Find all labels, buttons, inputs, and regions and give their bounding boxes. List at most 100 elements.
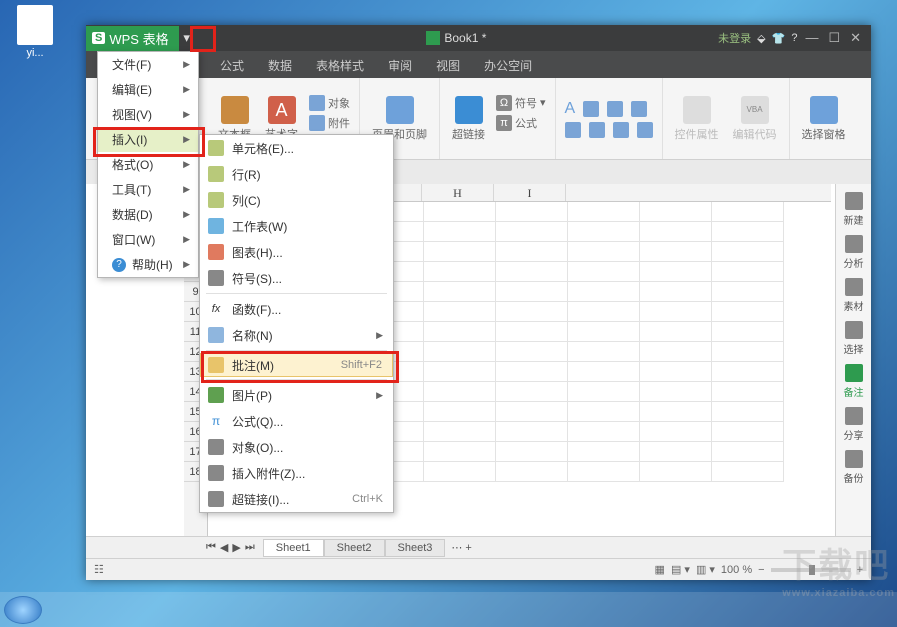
cell[interactable] [712, 362, 784, 382]
cell[interactable] [496, 342, 568, 362]
text-style-a[interactable]: A [562, 99, 579, 119]
cell[interactable] [496, 422, 568, 442]
cell[interactable] [496, 222, 568, 242]
cell[interactable] [568, 222, 640, 242]
zoom-in-button[interactable]: + [857, 564, 863, 576]
cell[interactable] [640, 242, 712, 262]
ribbon-tab[interactable]: 表格样式 [304, 53, 376, 78]
cell[interactable] [712, 422, 784, 442]
wps-logo[interactable]: S WPS 表格 [86, 26, 179, 51]
sheet-nav-next[interactable]: ▶ [232, 541, 240, 554]
side-analyze[interactable]: 分析 [839, 235, 869, 270]
cell[interactable] [568, 302, 640, 322]
sheet-nav-prev[interactable]: ◀ [220, 541, 228, 554]
cell[interactable] [496, 202, 568, 222]
cell[interactable] [424, 262, 496, 282]
cell[interactable] [640, 202, 712, 222]
side-material[interactable]: 素材 [839, 278, 869, 313]
maximize-button[interactable]: ☐ [828, 30, 840, 46]
edit-code-button[interactable]: VBA编辑代码 [727, 94, 783, 144]
cell[interactable] [712, 262, 784, 282]
minimize-button[interactable]: — [805, 30, 818, 46]
cell[interactable] [640, 362, 712, 382]
cell[interactable] [640, 382, 712, 402]
sheet-nav-last[interactable]: ⏭ [245, 541, 255, 554]
shirt-icon[interactable]: 👕 [772, 32, 786, 45]
main-menu-item[interactable]: 编辑(E)▶ [98, 77, 198, 102]
cell[interactable] [424, 242, 496, 262]
main-menu-item[interactable]: 插入(I)▶ [98, 127, 198, 152]
cell[interactable] [496, 302, 568, 322]
cell[interactable] [424, 422, 496, 442]
cell[interactable] [712, 202, 784, 222]
sheet-nav-first[interactable]: ⏮ [206, 541, 216, 554]
side-select[interactable]: 选择 [839, 321, 869, 356]
control-icon4[interactable] [562, 121, 584, 139]
cell[interactable] [424, 342, 496, 362]
cell[interactable] [496, 242, 568, 262]
ribbon-tab[interactable]: 公式 [208, 53, 256, 78]
object-button[interactable]: 对象 [306, 94, 353, 112]
view-custom-icon[interactable]: ▥ ▾ [696, 563, 715, 576]
ribbon-tab[interactable]: 数据 [256, 53, 304, 78]
submenu-item[interactable]: 批注(M)Shift+F2 [200, 353, 393, 377]
cell[interactable] [640, 282, 712, 302]
cell[interactable] [568, 422, 640, 442]
cell[interactable] [712, 322, 784, 342]
main-menu-item[interactable]: 工具(T)▶ [98, 177, 198, 202]
zoom-out-button[interactable]: − [758, 564, 764, 576]
control-icon1[interactable] [580, 99, 602, 119]
cell[interactable] [568, 322, 640, 342]
control-icon3[interactable] [628, 99, 650, 119]
side-memo[interactable]: 备注 [839, 364, 869, 399]
cell[interactable] [568, 242, 640, 262]
side-share[interactable]: 分享 [839, 407, 869, 442]
login-label[interactable]: 未登录 [718, 30, 751, 46]
cell[interactable] [640, 422, 712, 442]
submenu-item[interactable]: 符号(S)... [200, 265, 393, 291]
sheet-tab[interactable]: Sheet1 [263, 539, 324, 557]
cell[interactable] [496, 282, 568, 302]
cell[interactable] [496, 322, 568, 342]
help-icon[interactable]: ? [791, 32, 797, 44]
cell[interactable] [712, 442, 784, 462]
cell[interactable] [424, 222, 496, 242]
submenu-item[interactable]: π公式(Q)... [200, 408, 393, 434]
cell[interactable] [712, 222, 784, 242]
sheet-tab[interactable]: Sheet3 [385, 539, 446, 557]
main-menu-item[interactable]: ?帮助(H)▶ [98, 252, 198, 277]
attach-button[interactable]: 附件 [306, 114, 353, 132]
cell[interactable] [424, 442, 496, 462]
main-menu-item[interactable]: 文件(F)▶ [98, 52, 198, 77]
side-new[interactable]: 新建 [839, 192, 869, 227]
cell[interactable] [712, 382, 784, 402]
cell[interactable] [640, 442, 712, 462]
hyperlink-button[interactable]: 超链接 [446, 94, 491, 144]
ribbon-tab[interactable]: 视图 [424, 53, 472, 78]
cell[interactable] [640, 342, 712, 362]
cell[interactable] [712, 462, 784, 482]
control-icon5[interactable] [586, 121, 608, 139]
cell[interactable] [424, 462, 496, 482]
cell[interactable] [640, 222, 712, 242]
view-normal-icon[interactable]: ▦ [655, 563, 665, 576]
submenu-item[interactable]: 图片(P)▶ [200, 382, 393, 408]
submenu-item[interactable]: 图表(H)... [200, 239, 393, 265]
cell[interactable] [568, 202, 640, 222]
cell[interactable] [712, 402, 784, 422]
cell[interactable] [424, 322, 496, 342]
cell[interactable] [568, 342, 640, 362]
status-left-icon[interactable]: ☷ [94, 563, 104, 576]
sheet-add[interactable]: ⋯ + [451, 541, 471, 554]
submenu-item[interactable]: 名称(N)▶ [200, 322, 393, 348]
cell[interactable] [640, 402, 712, 422]
cell[interactable] [640, 322, 712, 342]
ribbon-tab[interactable]: 审阅 [376, 53, 424, 78]
submenu-item[interactable]: 工作表(W) [200, 213, 393, 239]
cell[interactable] [496, 462, 568, 482]
side-backup[interactable]: 备份 [839, 450, 869, 485]
ctrl-prop-button[interactable]: 控件属性 [669, 94, 725, 144]
cell[interactable] [496, 402, 568, 422]
cell[interactable] [424, 282, 496, 302]
cell[interactable] [496, 382, 568, 402]
